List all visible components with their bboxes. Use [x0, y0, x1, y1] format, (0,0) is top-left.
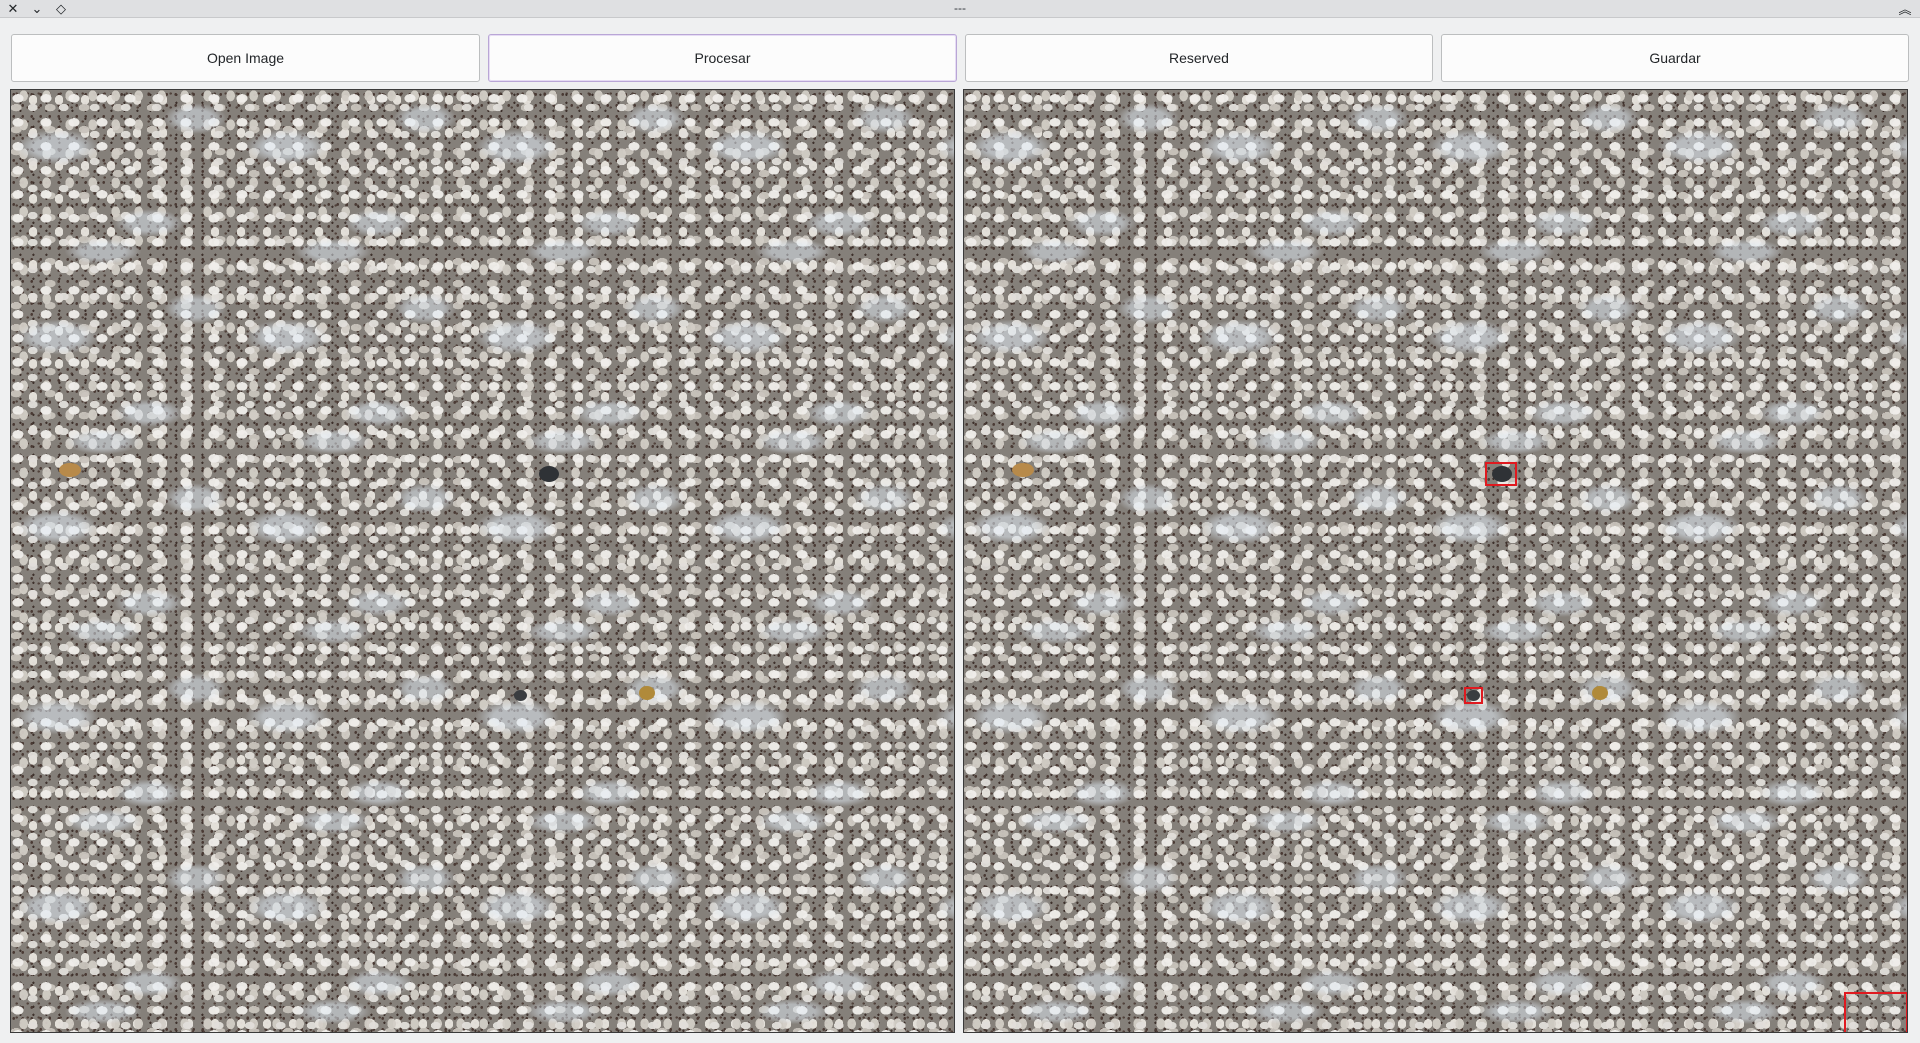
- window-titlebar: ✕ ⌄ ◇ --- ︽: [0, 0, 1920, 18]
- original-image-pane: [10, 89, 955, 1033]
- brown-bean: [1012, 463, 1034, 477]
- yellow-bean: [639, 686, 655, 700]
- dark-stone: [539, 466, 559, 482]
- save-button[interactable]: Guardar: [1441, 34, 1909, 82]
- detection-box: [1485, 462, 1517, 486]
- yellow-bean: [1592, 686, 1608, 700]
- double-chevron-up-icon[interactable]: ︽: [1894, 0, 1916, 17]
- processed-image-pane: [963, 89, 1908, 1033]
- detection-box: [1844, 992, 1907, 1032]
- dark-stone: [514, 690, 527, 701]
- process-button[interactable]: Procesar: [488, 34, 957, 82]
- detection-box: [1464, 687, 1483, 704]
- open-image-button[interactable]: Open Image: [11, 34, 480, 82]
- window-title: ---: [954, 1, 966, 15]
- brown-bean: [59, 463, 81, 477]
- reserved-button[interactable]: Reserved: [965, 34, 1433, 82]
